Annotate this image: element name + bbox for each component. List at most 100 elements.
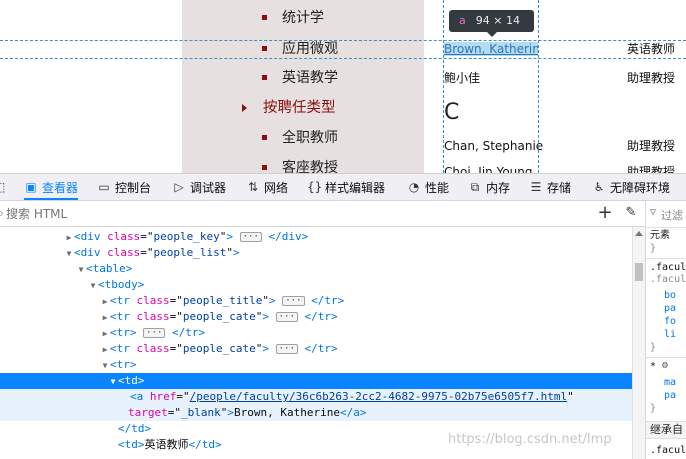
rule-prop-4[interactable]: li xyxy=(664,329,676,341)
expanded-arrow-icon[interactable]: ▼ xyxy=(76,262,86,278)
tab-style-editor[interactable]: {} 样式编辑器 xyxy=(307,174,385,200)
collapsed-children-badge[interactable]: ··· xyxy=(275,344,298,354)
markup-node[interactable]: ▼ <tr> xyxy=(0,357,632,373)
performance-icon: ◔ xyxy=(408,180,420,194)
anchor-target-value: _blank xyxy=(181,406,221,419)
tab-performance[interactable]: ◔ 性能 xyxy=(407,174,449,200)
markup-node[interactable]: ▶ <tr class="people_cate"> ··· </tr> xyxy=(0,341,632,357)
faculty-name-link[interactable]: Chan, Stephanie xyxy=(444,139,543,153)
expanded-arrow-icon[interactable]: ▼ xyxy=(88,278,98,294)
add-node-button[interactable]: + xyxy=(595,203,615,223)
tab-inspector[interactable]: ▣ 查看器 xyxy=(24,174,79,200)
collapsed-arrow-icon[interactable]: ▶ xyxy=(100,294,110,310)
sidebar-item-label: 按聘任类型 xyxy=(263,100,336,116)
search-input[interactable] xyxy=(6,204,586,224)
markup-node[interactable]: ▼ <div class="people_list"> xyxy=(0,245,632,261)
rule-prop-1[interactable]: bo xyxy=(664,290,676,302)
node-close-tag: tr xyxy=(317,342,331,355)
expanded-arrow-icon[interactable]: ▼ xyxy=(100,358,110,374)
node-tag: div xyxy=(80,246,101,259)
rule-prop-3[interactable]: fo xyxy=(664,316,676,328)
collapsed-children-badge[interactable]: ··· xyxy=(275,312,298,322)
markup-node[interactable]: ▶ <div class="people_key"> ··· </div> xyxy=(0,229,632,245)
tooltip-tag-name: a xyxy=(459,14,466,27)
bullet-icon xyxy=(262,135,267,140)
sidebar-item[interactable]: 统计学 xyxy=(262,10,324,26)
anchor-node-continued[interactable]: target="_blank">Brown, Katherine</a> xyxy=(0,405,632,421)
memory-icon: ⧉ xyxy=(470,180,480,194)
faculty-sidebar: 统计学应用微观英语教学按聘任类型全职教师客座教授 xyxy=(182,0,424,173)
inspector-icon: ▣ xyxy=(25,180,37,194)
tab-label: 性能 xyxy=(425,180,450,195)
node-tag: tr xyxy=(116,310,130,323)
collapsed-children-badge[interactable]: ··· xyxy=(143,328,166,338)
markup-node[interactable]: ▼ <tbody> xyxy=(0,277,632,293)
tab-debugger[interactable]: ▷ 调试器 xyxy=(172,174,226,200)
storage-icon: ☰ xyxy=(530,180,542,194)
web-page-viewport: 统计学应用微观英语教学按聘任类型全职教师客座教授 Brown, Katherin… xyxy=(0,0,686,173)
sidebar-item[interactable]: 客座教授 xyxy=(262,160,338,173)
gear-icon[interactable]: ⚙ xyxy=(662,360,668,371)
sidebar-category[interactable]: 按聘任类型 xyxy=(242,100,336,116)
rule-selector-3[interactable]: .facul xyxy=(650,445,686,457)
td-text: 英语教师 xyxy=(144,438,189,451)
debugger-icon: ▷ xyxy=(174,180,184,194)
accessibility-icon: ♿ xyxy=(593,180,605,194)
tab-console[interactable]: ▭ 控制台 xyxy=(97,174,151,200)
node-class-value: people_cate xyxy=(182,310,256,323)
rule-prop-2[interactable]: pa xyxy=(664,303,676,315)
eyedropper-icon[interactable]: ✎ xyxy=(622,204,640,222)
scroll-up-icon[interactable] xyxy=(635,231,643,236)
anchor-node[interactable]: <a href="/people/faculty/36c6b263-2cc2-4… xyxy=(0,389,632,405)
tab-memory[interactable]: ⧉ 内存 xyxy=(468,174,510,200)
tab-label: 调试器 xyxy=(190,180,227,195)
collapsed-children-badge[interactable]: ··· xyxy=(282,296,305,306)
expanded-arrow-icon[interactable]: ▼ xyxy=(64,246,74,262)
collapsed-arrow-icon[interactable]: ▶ xyxy=(100,310,110,326)
collapsed-arrow-icon[interactable]: ▶ xyxy=(100,326,110,342)
sidebar-item[interactable]: 应用微观 xyxy=(262,41,338,57)
node-tag: div xyxy=(80,230,101,243)
rules-panel: ▽ 过滤 元素 } .facul .facul bo pa fo li } * … xyxy=(645,201,686,459)
node-close-tag: div xyxy=(281,230,302,243)
sidebar-item[interactable]: 全职教师 xyxy=(262,130,338,146)
devtools-panel: ⬚ ▣查看器▭控制台▷调试器⇅网络{}样式编辑器◔性能⧉内存☰存储♿无障碍环境 … xyxy=(0,173,686,459)
node-close-tag: tr xyxy=(317,310,331,323)
rule-prop-6[interactable]: pa xyxy=(664,390,676,402)
rule-selector-2[interactable]: * xyxy=(650,361,656,373)
sidebar-item-label: 应用微观 xyxy=(282,41,338,57)
console-icon: ▭ xyxy=(98,180,110,194)
search-icon: ⌕ xyxy=(0,206,4,220)
markup-node[interactable]: ▶ <tr> ··· </tr> xyxy=(0,325,632,341)
anchor-href-value[interactable]: /people/faculty/36c6b263-2cc2-4682-9975-… xyxy=(190,390,568,403)
rules-filter[interactable]: 过滤 xyxy=(661,207,683,223)
faculty-name-link[interactable]: Choi, Jin Young xyxy=(444,165,533,173)
faculty-name-link[interactable]: Brown, Katherine xyxy=(444,42,538,56)
rule-prop-5[interactable]: ma xyxy=(664,377,676,389)
tab-network[interactable]: ⇅ 网络 xyxy=(246,174,288,200)
selected-node-td[interactable]: ▼ <td> xyxy=(0,373,632,389)
markup-node[interactable]: ▶ <tr class="people_cate"> ··· </tr> xyxy=(0,309,632,325)
tab-storage[interactable]: ☰ 存储 xyxy=(529,174,571,200)
expanded-arrow-icon[interactable]: ▼ xyxy=(108,374,118,390)
expand-triangle-icon xyxy=(242,104,247,112)
rule-selector-1[interactable]: .facul xyxy=(650,262,686,274)
scrollbar-thumb[interactable] xyxy=(635,263,643,281)
element-rule-label: 元素 xyxy=(650,230,670,241)
node-tag: table xyxy=(92,262,126,275)
markup-node[interactable]: ▶ <tr class="people_title"> ··· </tr> xyxy=(0,293,632,309)
node-tag: tr xyxy=(116,358,130,371)
rule-selector-1b[interactable]: .facul xyxy=(650,274,686,286)
tab-partial-pick[interactable]: ⬚ xyxy=(0,174,8,200)
faculty-name-link[interactable]: 鲍小佳 xyxy=(444,71,480,85)
collapsed-children-badge[interactable]: ··· xyxy=(239,232,262,242)
tree-scrollbar[interactable] xyxy=(632,227,645,459)
node-close-tag: tr xyxy=(185,326,199,339)
collapsed-arrow-icon[interactable]: ▶ xyxy=(100,342,110,358)
markup-node[interactable]: ▼ <table> xyxy=(0,261,632,277)
tab-accessibility[interactable]: ♿ 无障碍环境 xyxy=(592,174,670,200)
sidebar-item[interactable]: 英语教学 xyxy=(262,70,338,86)
tab-label: 控制台 xyxy=(115,180,152,195)
collapsed-arrow-icon[interactable]: ▶ xyxy=(64,230,74,246)
devtools-toolbar: ⬚ ▣ 查看器 ▭ 控制台 ▷ 调试器 ⇅ 网络 {}样式编辑器 ◔ 性能 ⧉ 内存 ☰ 存储 ♿ 无障碍环境 xyxy=(0,174,686,201)
